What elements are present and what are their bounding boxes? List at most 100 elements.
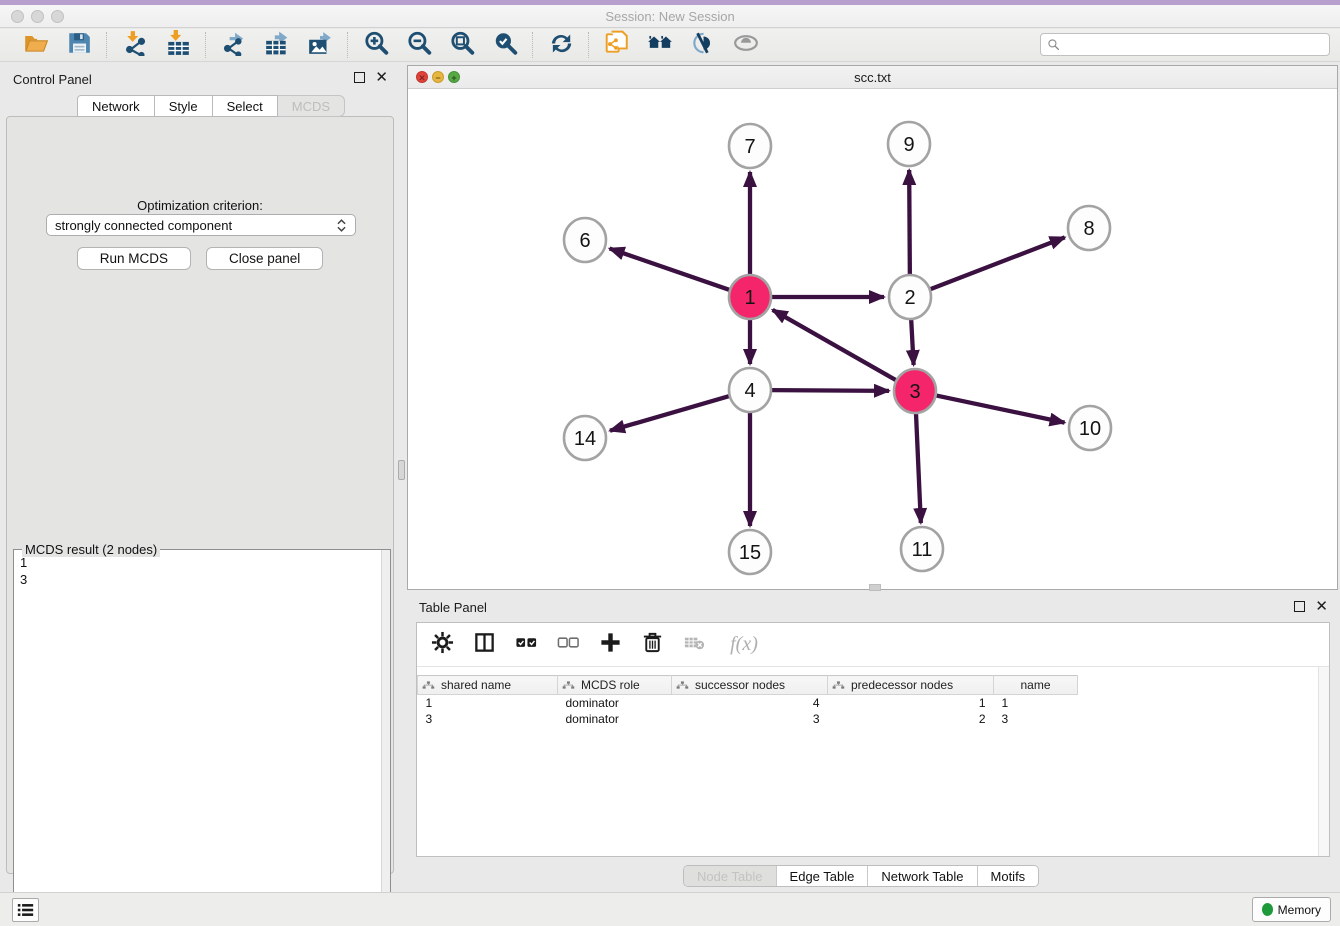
graph-node-9[interactable]: 9	[888, 122, 930, 166]
graph-node-10[interactable]: 10	[1069, 406, 1111, 450]
tab-edge-table[interactable]: Edge Table	[776, 866, 868, 886]
close-panel-icon[interactable]: ✕	[375, 72, 388, 83]
refresh-icon	[548, 30, 574, 61]
edge-2-3[interactable]	[911, 319, 913, 365]
column-tree-icon	[676, 680, 689, 690]
edge-4-14[interactable]	[610, 396, 729, 431]
table-settings-button[interactable]	[429, 631, 456, 658]
column-header-successor-nodes[interactable]: successor nodes	[672, 676, 828, 695]
edge-1-6[interactable]	[610, 248, 730, 289]
splitter-handle[interactable]	[398, 460, 405, 480]
column-header-name[interactable]: name	[994, 676, 1078, 695]
tab-style[interactable]: Style	[155, 95, 213, 117]
table-x-icon	[683, 631, 706, 659]
table-toolbar: f(x)	[417, 623, 1329, 667]
svg-text:8: 8	[1083, 218, 1094, 240]
table-row[interactable]: 1dominator411	[418, 695, 1078, 711]
svg-text:14: 14	[574, 428, 596, 450]
zoom-selected-button[interactable]	[491, 32, 518, 59]
memory-button[interactable]: Memory	[1252, 897, 1331, 922]
show-all-button[interactable]	[732, 32, 759, 59]
graph-node-3[interactable]: 3	[894, 369, 936, 413]
table-row[interactable]: 3dominator323	[418, 711, 1078, 727]
zoom-fit-icon	[449, 30, 475, 61]
zoom-in-button[interactable]	[362, 32, 389, 59]
control-panel: Control Panel ✕ NetworkStyleSelectMCDS O…	[0, 62, 400, 880]
tab-node-table[interactable]: Node Table	[684, 866, 776, 886]
mcds-result-box: MCDS result (2 nodes) 1 3	[13, 549, 391, 925]
edge-2-8[interactable]	[931, 237, 1065, 289]
save-session-button[interactable]	[65, 32, 92, 59]
select-all-button[interactable]	[513, 631, 540, 658]
svg-text:2: 2	[904, 287, 915, 309]
deselect-all-button[interactable]	[555, 631, 582, 658]
search-field[interactable]	[1040, 33, 1330, 56]
open-session-button[interactable]	[22, 32, 49, 59]
clone-network-button[interactable]	[603, 32, 630, 59]
edge-3-10[interactable]	[937, 396, 1065, 423]
columns-icon	[473, 631, 496, 659]
graph-node-4[interactable]: 4	[729, 368, 771, 412]
graph-node-1[interactable]: 1	[729, 275, 771, 319]
result-scrollbar[interactable]	[381, 550, 390, 924]
search-input[interactable]	[1065, 38, 1323, 52]
export-table-button[interactable]	[263, 32, 290, 59]
hide-selected-button[interactable]	[689, 32, 716, 59]
network-scrollbar-nub[interactable]	[869, 584, 881, 591]
edge-3-1[interactable]	[773, 310, 896, 380]
run-mcds-button[interactable]: Run MCDS	[77, 247, 191, 270]
column-header-MCDS-role[interactable]: MCDS role	[558, 676, 672, 695]
delete-row-button[interactable]	[639, 631, 666, 658]
export-image-button[interactable]	[306, 32, 333, 59]
show-columns-button[interactable]	[471, 631, 498, 658]
graph-node-6[interactable]: 6	[564, 218, 606, 262]
mcds-result-values: 1 3	[20, 554, 27, 588]
table-panel-title: Table Panel	[419, 600, 487, 615]
graph-svg[interactable]: 7 9 6 8 1 2 4 3 14 10 15 11	[408, 89, 1337, 589]
graph-node-7[interactable]: 7	[729, 124, 771, 168]
float-table-panel-icon[interactable]	[1294, 601, 1305, 612]
graph-node-2[interactable]: 2	[889, 275, 931, 319]
zoom-out-icon	[406, 30, 432, 61]
trash-icon	[641, 631, 664, 659]
node-table: shared nameMCDS rolesuccessor nodesprede…	[417, 675, 1078, 727]
save-icon	[66, 30, 92, 61]
zoom-out-button[interactable]	[405, 32, 432, 59]
import-network-button[interactable]	[121, 32, 148, 59]
edge-2-9[interactable]	[909, 170, 910, 275]
first-neighbors-button[interactable]	[646, 32, 673, 59]
dropdown-stepper-icon	[337, 217, 347, 233]
zoom-fit-button[interactable]	[448, 32, 475, 59]
tab-network[interactable]: Network	[77, 95, 155, 117]
network-window-titlebar[interactable]: ✕ − + scc.txt	[408, 66, 1337, 89]
graph-node-8[interactable]: 8	[1068, 206, 1110, 250]
tab-select[interactable]: Select	[213, 95, 278, 117]
add-row-button[interactable]	[597, 631, 624, 658]
titlebar: Session: New Session	[0, 5, 1340, 28]
optimization-criterion-dropdown[interactable]: strongly connected component	[46, 214, 356, 236]
graph-node-14[interactable]: 14	[564, 416, 606, 460]
graph-node-15[interactable]: 15	[729, 530, 771, 574]
svg-text:4: 4	[744, 380, 755, 402]
mcds-result-title: MCDS result (2 nodes)	[22, 542, 160, 557]
close-panel-button[interactable]: Close panel	[206, 247, 323, 270]
graph-node-11[interactable]: 11	[901, 527, 943, 571]
column-header-shared-name[interactable]: shared name	[418, 676, 558, 695]
tab-motifs[interactable]: Motifs	[977, 866, 1039, 886]
import-table-button[interactable]	[164, 32, 191, 59]
tab-network-table[interactable]: Network Table	[867, 866, 976, 886]
memory-label: Memory	[1278, 903, 1321, 917]
edge-3-11[interactable]	[916, 413, 921, 523]
column-tree-icon	[562, 680, 575, 690]
column-header-predecessor-nodes[interactable]: predecessor nodes	[828, 676, 994, 695]
close-table-panel-icon[interactable]: ✕	[1315, 601, 1328, 612]
float-panel-icon[interactable]	[354, 72, 365, 83]
mcds-panel: Optimization criterion: strongly connect…	[6, 116, 394, 874]
edge-4-3[interactable]	[772, 390, 889, 391]
table-scrollbar[interactable]	[1318, 667, 1329, 856]
tab-mcds[interactable]: MCDS	[278, 95, 345, 117]
task-history-button[interactable]	[12, 898, 39, 922]
export-network-button[interactable]	[220, 32, 247, 59]
svg-text:9: 9	[903, 134, 914, 156]
refresh-button[interactable]	[547, 32, 574, 59]
